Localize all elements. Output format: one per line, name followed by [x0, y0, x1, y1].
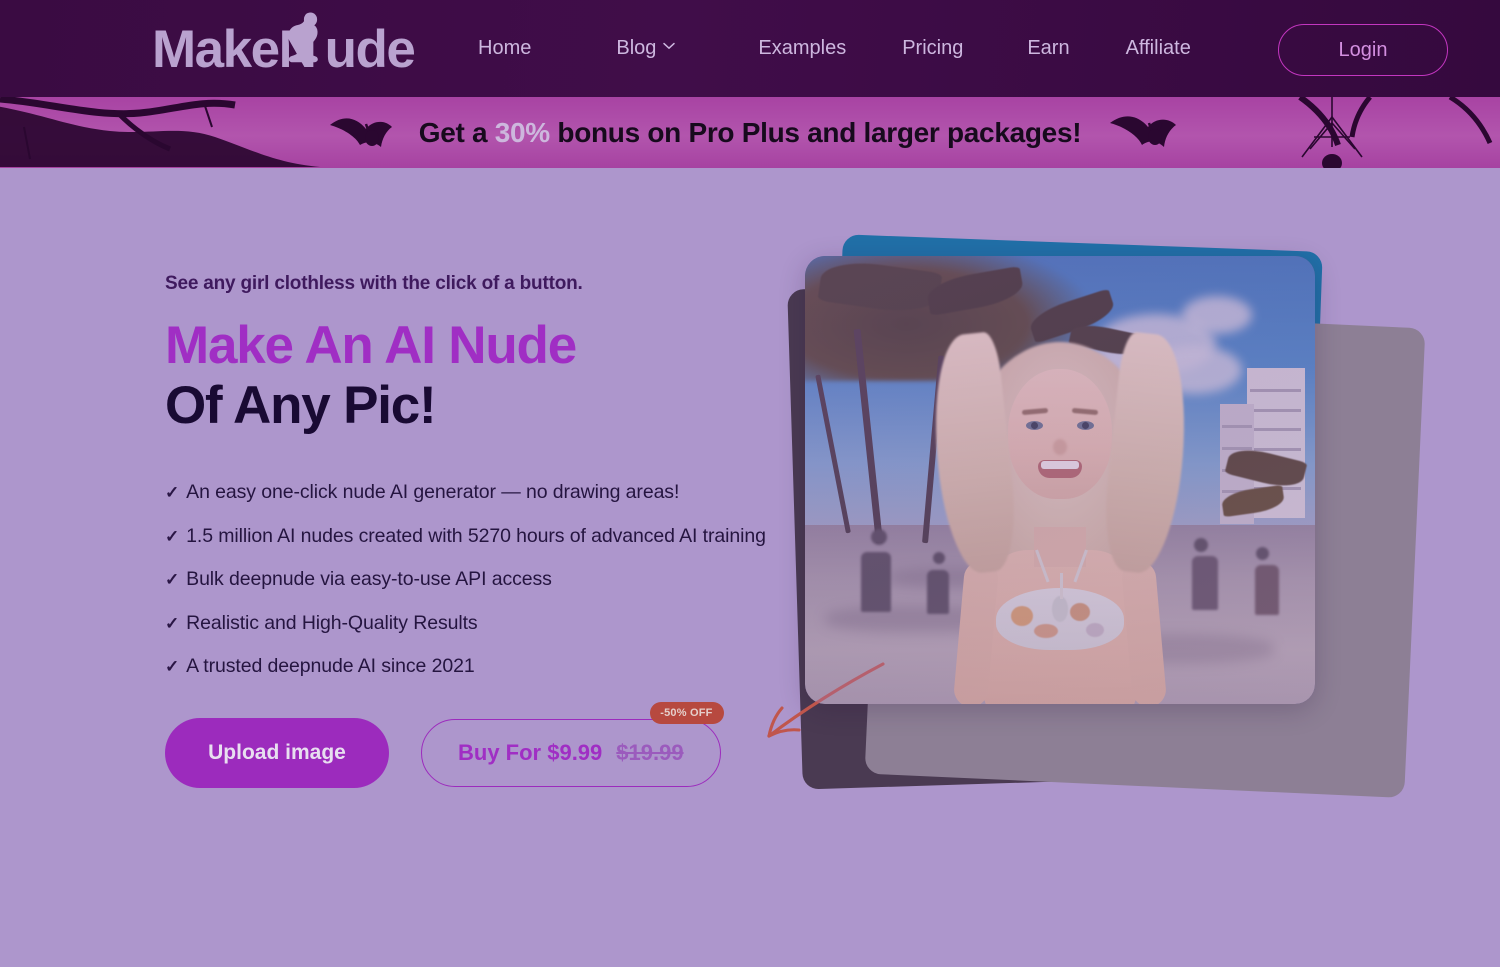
feature-item: ✓ 1.5 million AI nudes created with 5270…: [165, 525, 805, 548]
logo-silhouette-n-icon: N: [279, 12, 325, 76]
nav-item-blog[interactable]: Blog: [616, 37, 676, 60]
main-navigation: Home Blog Examples Pricing Earn Affiliat…: [478, 0, 1191, 97]
nav-item-earn[interactable]: Earn: [1027, 37, 1069, 60]
logo-wordmark: Make N ude: [152, 12, 416, 79]
check-icon: ✓: [165, 657, 180, 677]
nav-label-blog: Blog: [616, 37, 657, 59]
promo-banner[interactable]: Get a 30% bonus on Pro Plus and larger p…: [0, 97, 1500, 168]
login-button-label: Login: [1338, 38, 1388, 61]
nav-item-examples[interactable]: Examples: [758, 37, 846, 60]
hero-image-stack: [787, 234, 1426, 896]
nav-label-earn: Earn: [1027, 37, 1070, 59]
check-icon: ✓: [165, 570, 180, 590]
promo-highlight-percent: 30%: [494, 116, 550, 148]
site-header: Make N ude Home Blog Examples Pricing Ea…: [0, 0, 1500, 97]
hero-section: See any girl clothless with the click of…: [0, 168, 1500, 967]
hero-cta-row: Upload image Buy For $9.99 $19.99 -50% O…: [165, 662, 885, 789]
nav-label-pricing: Pricing: [902, 37, 964, 59]
feature-text: Realistic and High-Quality Results: [186, 611, 478, 634]
feature-item: ✓ A trusted deepnude AI since 2021: [165, 655, 805, 678]
nav-item-affiliate[interactable]: Affiliate: [1126, 37, 1191, 60]
hero-copy-column: See any girl clothless with the click of…: [165, 273, 885, 789]
feature-item: ✓ Realistic and High-Quality Results: [165, 612, 805, 635]
buy-button[interactable]: Buy For $9.99 $19.99: [421, 719, 721, 788]
hero-feature-list: ✓ An easy one-click nude AI generator — …: [165, 481, 805, 678]
hero-headline: Make An AI Nude Of Any Pic!: [165, 316, 805, 436]
promo-banner-text: Get a 30% bonus on Pro Plus and larger p…: [419, 117, 1082, 149]
nav-item-home[interactable]: Home: [478, 37, 531, 60]
buy-button-wrapper: Buy For $9.99 $19.99 -50% OFF: [421, 702, 724, 788]
check-icon: ✓: [165, 526, 180, 546]
discount-badge: -50% OFF: [650, 702, 724, 725]
hero-headline-line2: Of Any Pic!: [165, 376, 437, 436]
chevron-down-icon: [663, 42, 676, 53]
upload-button-label: Upload image: [208, 741, 346, 765]
upload-image-button[interactable]: Upload image: [165, 718, 389, 789]
buy-button-label: Buy For $9.99: [458, 740, 603, 766]
check-icon: ✓: [165, 613, 180, 633]
hero-photo: [805, 256, 1315, 704]
feature-text: Bulk deepnude via easy-to-use API access: [186, 568, 552, 591]
bat-silhouette-right-icon: [1110, 116, 1176, 147]
check-icon: ✓: [165, 483, 180, 503]
tree-branch-silhouette-left-icon: [0, 97, 392, 167]
nav-label-examples: Examples: [758, 37, 847, 59]
hero-photo-card[interactable]: [805, 256, 1315, 704]
logo-text-make: Make: [152, 19, 280, 79]
hero-eyebrow: See any girl clothless with the click of…: [165, 273, 583, 294]
bat-silhouette-left-icon: [330, 118, 392, 147]
spider-web-silhouette-right-icon: [1110, 97, 1493, 168]
logo-text-ude: ude: [324, 19, 416, 79]
feature-text: 1.5 million AI nudes created with 5270 h…: [186, 524, 766, 547]
login-button[interactable]: Login: [1278, 24, 1448, 76]
buy-old-price: $19.99: [616, 740, 684, 766]
feature-item: ✓ An easy one-click nude AI generator — …: [165, 481, 805, 504]
nav-item-pricing[interactable]: Pricing: [902, 37, 963, 60]
feature-text: A trusted deepnude AI since 2021: [186, 655, 475, 678]
photo-purple-tint-overlay: [805, 256, 1315, 704]
nav-label-affiliate: Affiliate: [1125, 37, 1191, 59]
promo-text-after: bonus on Pro Plus and larger packages!: [549, 116, 1082, 148]
promo-text-before: Get a: [418, 116, 495, 148]
hero-headline-line1: Make An AI Nude: [165, 316, 577, 375]
nav-label-home: Home: [478, 37, 532, 59]
feature-item: ✓ Bulk deepnude via easy-to-use API acce…: [165, 568, 805, 591]
feature-text: An easy one-click nude AI generator — no…: [186, 481, 680, 504]
site-logo[interactable]: Make N ude: [152, 12, 416, 79]
